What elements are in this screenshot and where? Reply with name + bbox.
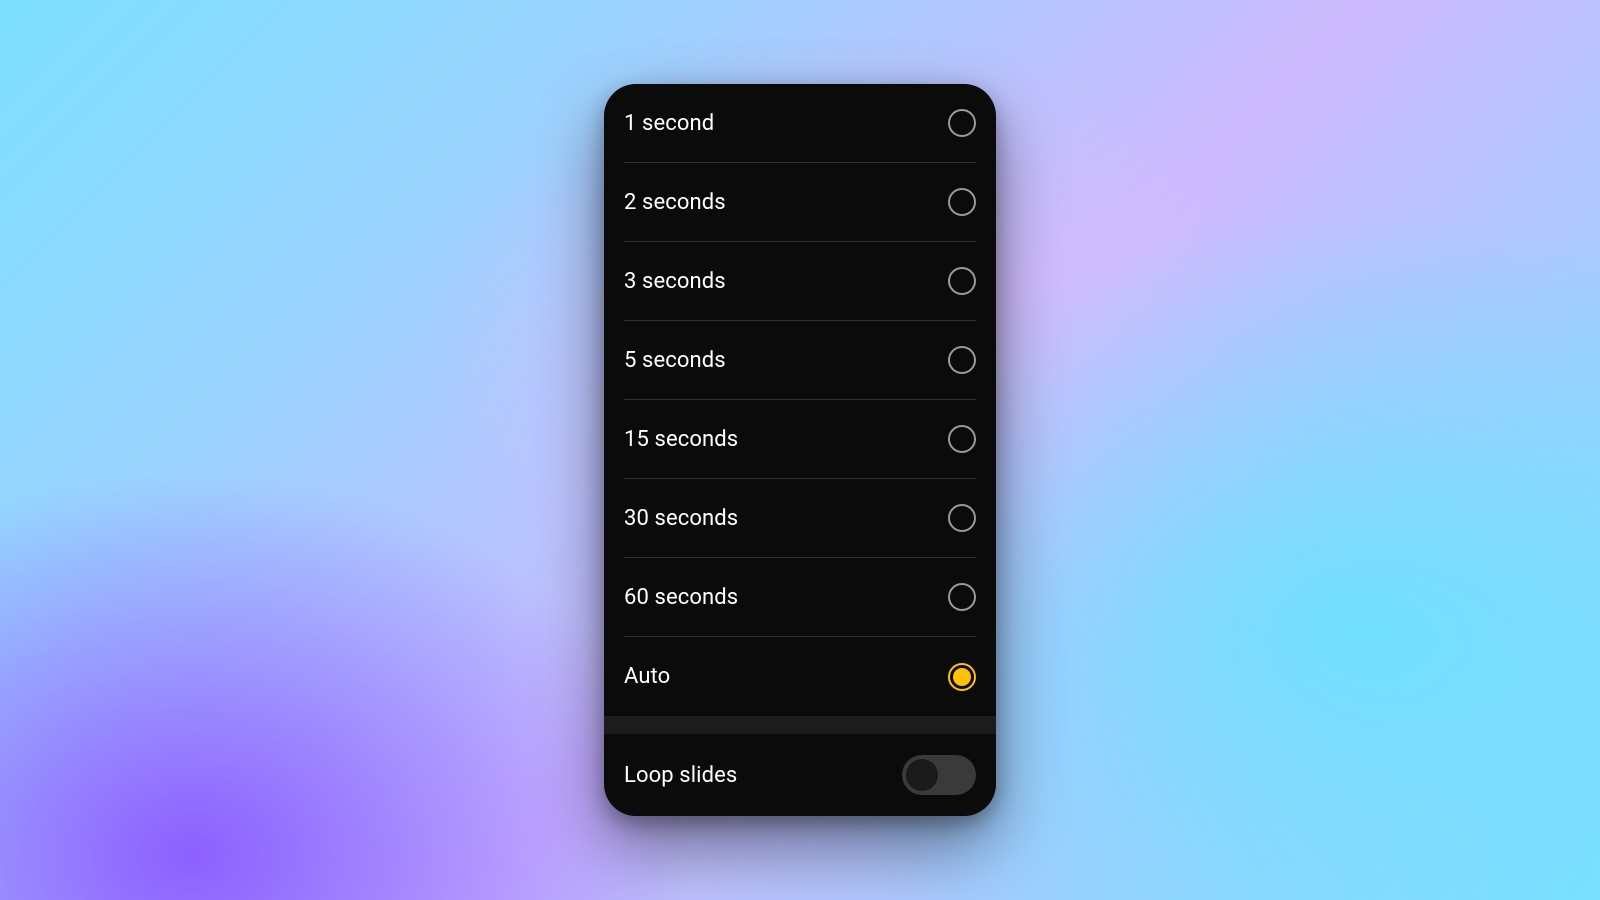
- duration-option-list: 1 second 2 seconds 3 seconds 5 seconds 1…: [604, 84, 996, 716]
- radio-icon: [948, 346, 976, 374]
- radio-icon: [948, 504, 976, 532]
- section-divider: [604, 716, 996, 734]
- option-30-seconds[interactable]: 30 seconds: [624, 479, 976, 558]
- option-label: Auto: [624, 664, 670, 689]
- option-1-second[interactable]: 1 second: [624, 84, 976, 163]
- option-5-seconds[interactable]: 5 seconds: [624, 321, 976, 400]
- radio-icon: [948, 188, 976, 216]
- option-2-seconds[interactable]: 2 seconds: [624, 163, 976, 242]
- option-label: 3 seconds: [624, 269, 726, 294]
- radio-icon: [948, 267, 976, 295]
- loop-slides-row: Loop slides: [624, 734, 976, 816]
- footer-section: Loop slides: [604, 734, 996, 816]
- option-label: 5 seconds: [624, 348, 726, 373]
- option-3-seconds[interactable]: 3 seconds: [624, 242, 976, 321]
- option-label: 15 seconds: [624, 427, 738, 452]
- radio-icon: [948, 583, 976, 611]
- option-label: 60 seconds: [624, 585, 738, 610]
- toggle-knob-icon: [906, 759, 938, 791]
- option-auto[interactable]: Auto: [624, 637, 976, 716]
- option-label: 30 seconds: [624, 506, 738, 531]
- option-label: 2 seconds: [624, 190, 726, 215]
- loop-toggle[interactable]: [902, 755, 976, 795]
- radio-icon: [948, 663, 976, 691]
- radio-icon: [948, 109, 976, 137]
- option-label: 1 second: [624, 111, 714, 136]
- loop-label: Loop slides: [624, 763, 737, 788]
- settings-panel: 1 second 2 seconds 3 seconds 5 seconds 1…: [604, 84, 996, 816]
- option-15-seconds[interactable]: 15 seconds: [624, 400, 976, 479]
- radio-icon: [948, 425, 976, 453]
- option-60-seconds[interactable]: 60 seconds: [624, 558, 976, 637]
